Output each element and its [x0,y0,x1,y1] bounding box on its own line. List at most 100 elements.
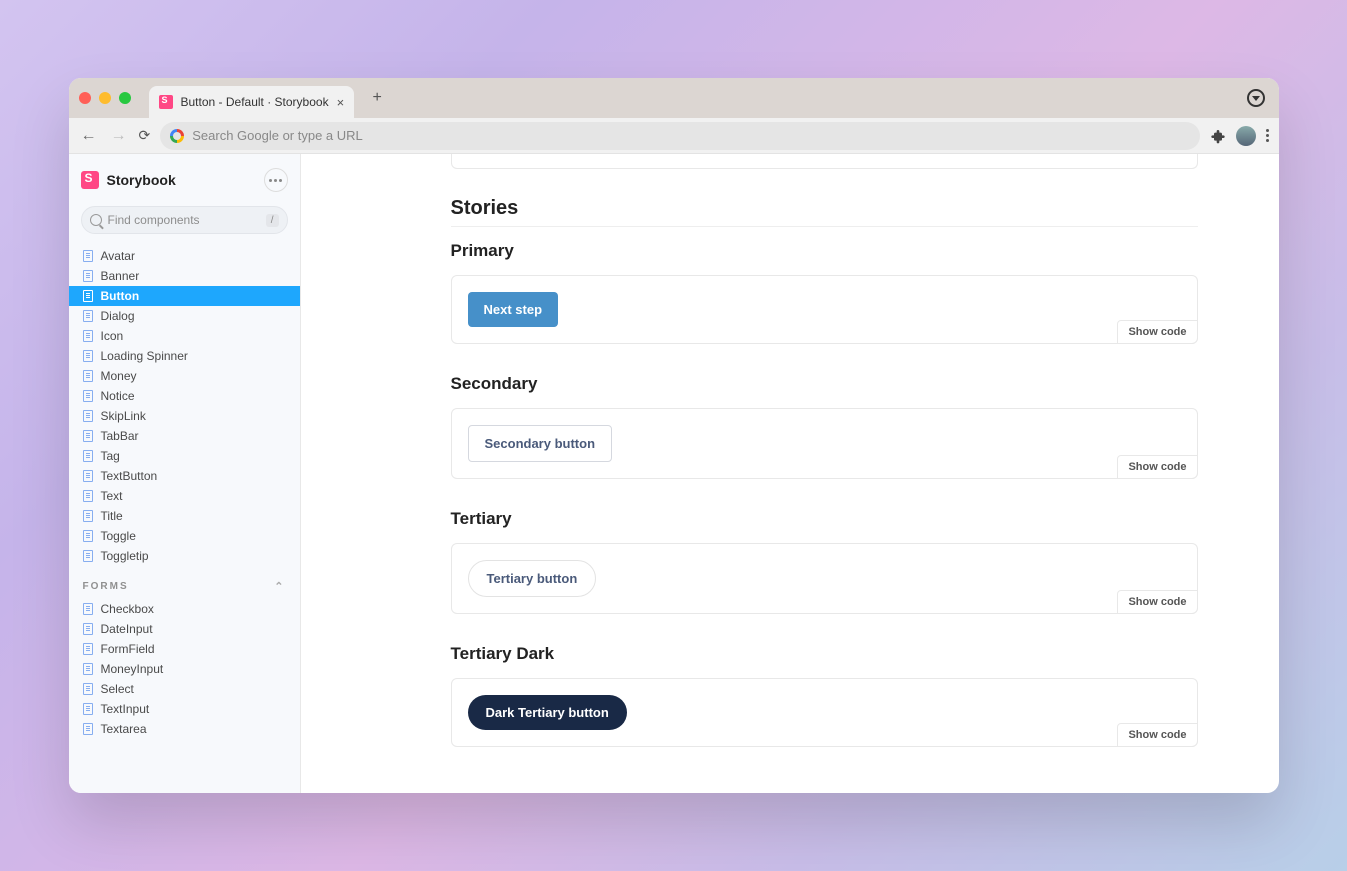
collapse-icon[interactable]: ⌃ [274,580,285,593]
sidebar-item-notice[interactable]: Notice [69,386,300,406]
document-icon [83,290,93,302]
sidebar-item-label: Banner [101,269,140,283]
story-title-primary: Primary [451,241,1279,261]
new-tab-button[interactable]: + [364,85,390,111]
story-card-dark: Dark Tertiary button Show code [451,678,1198,747]
sidebar-item-label: SkipLink [101,409,146,423]
sidebar-item-label: Notice [101,389,135,403]
forward-button[interactable]: → [109,127,129,145]
browser-window: Button - Default · Storybook × + ← → ⟳ S… [69,78,1279,793]
sidebar-item-textarea[interactable]: Textarea [69,719,300,739]
sidebar-item-label: Money [101,369,137,383]
story-canvas: Dark Tertiary button [452,679,1197,746]
sidebar-item-label: Checkbox [101,602,154,616]
example-primary-button[interactable]: Next step [468,292,559,327]
story-card-primary: Next step Show code [451,275,1198,344]
profile-avatar[interactable] [1236,126,1256,146]
example-dark-button[interactable]: Dark Tertiary button [468,695,627,730]
sidebar-forms-list: Checkbox DateInput FormField MoneyInput Sele… [69,597,300,741]
google-icon [170,129,184,143]
sidebar-item-label: Icon [101,329,124,343]
sidebar-item-avatar[interactable]: Avatar [69,246,300,266]
close-window-button[interactable] [79,92,91,104]
tab-title: Button - Default · Storybook [181,95,329,109]
sidebar-item-label: Title [101,509,123,523]
sidebar-item-button[interactable]: Button [69,286,300,306]
sidebar-item-label: TextInput [101,702,150,716]
sidebar-item-toggle[interactable]: Toggle [69,526,300,546]
sidebar-item-money[interactable]: Money [69,366,300,386]
sidebar-item-textinput[interactable]: TextInput [69,699,300,719]
sidebar-item-banner[interactable]: Banner [69,266,300,286]
sidebar-item-label: Select [101,682,134,696]
storybook-app: Storybook Find components / Avatar Banner… [69,154,1279,793]
sidebar-item-toggletip[interactable]: Toggletip [69,546,300,566]
document-icon [83,270,93,282]
sidebar-item-loading-spinner[interactable]: Loading Spinner [69,346,300,366]
sidebar-item-moneyinput[interactable]: MoneyInput [69,659,300,679]
browser-menu-icon[interactable] [1266,129,1269,142]
sidebar-item-tabbar[interactable]: TabBar [69,426,300,446]
previous-story-card [451,154,1198,169]
sidebar-item-text[interactable]: Text [69,486,300,506]
sidebar-item-icon[interactable]: Icon [69,326,300,346]
document-icon [83,390,93,402]
show-code-button[interactable]: Show code [1117,455,1197,479]
example-secondary-button[interactable]: Secondary button [468,425,613,462]
sidebar-item-dateinput[interactable]: DateInput [69,619,300,639]
sidebar-menu-button[interactable] [264,168,288,192]
document-icon [83,430,93,442]
sidebar-item-label: FormField [101,642,155,656]
sidebar-item-title[interactable]: Title [69,506,300,526]
example-tertiary-button[interactable]: Tertiary button [468,560,597,597]
search-input[interactable]: Find components / [81,206,288,234]
tab-search-icon[interactable] [1247,89,1265,107]
search-shortcut: / [266,214,279,227]
document-icon [83,643,93,655]
document-icon [83,250,93,262]
story-canvas: Next step [452,276,1197,343]
sidebar-group-label: FORMS [83,581,129,592]
document-icon [83,623,93,635]
search-placeholder: Find components [108,213,200,227]
sidebar-item-skiplink[interactable]: SkipLink [69,406,300,426]
brand-name: Storybook [107,172,176,188]
document-icon [83,723,93,735]
browser-tab[interactable]: Button - Default · Storybook × [149,86,355,118]
document-icon [83,310,93,322]
sidebar-item-formfield[interactable]: FormField [69,639,300,659]
show-code-button[interactable]: Show code [1117,590,1197,614]
close-tab-icon[interactable]: × [337,95,345,110]
sidebar-item-label: Tag [101,449,120,463]
show-code-button[interactable]: Show code [1117,723,1197,747]
sidebar-item-select[interactable]: Select [69,679,300,699]
sidebar-item-label: TabBar [101,429,139,443]
sidebar-item-checkbox[interactable]: Checkbox [69,599,300,619]
document-icon [83,330,93,342]
minimize-window-button[interactable] [99,92,111,104]
show-code-button[interactable]: Show code [1117,320,1197,344]
sidebar-item-label: Dialog [101,309,135,323]
sidebar-group-forms[interactable]: FORMS ⌃ [69,568,300,597]
sidebar: Storybook Find components / Avatar Banner… [69,154,301,793]
maximize-window-button[interactable] [119,92,131,104]
sidebar-item-dialog[interactable]: Dialog [69,306,300,326]
storybook-favicon-icon [159,95,173,109]
back-button[interactable]: ← [79,127,99,145]
reload-button[interactable]: ⟳ [139,127,151,144]
document-icon [83,350,93,362]
sidebar-item-label: Loading Spinner [101,349,188,363]
document-icon [83,550,93,562]
address-bar[interactable]: Search Google or type a URL [160,122,1199,150]
sidebar-header: Storybook [69,154,300,202]
extensions-icon[interactable] [1210,128,1226,144]
sidebar-item-textbutton[interactable]: TextButton [69,466,300,486]
story-card-tertiary: Tertiary button Show code [451,543,1198,614]
sidebar-item-tag[interactable]: Tag [69,446,300,466]
document-icon [83,410,93,422]
story-card-secondary: Secondary button Show code [451,408,1198,479]
document-icon [83,490,93,502]
sidebar-item-label: Toggle [101,529,136,543]
sidebar-item-label: DateInput [101,622,153,636]
sidebar-item-label: Button [101,289,140,303]
